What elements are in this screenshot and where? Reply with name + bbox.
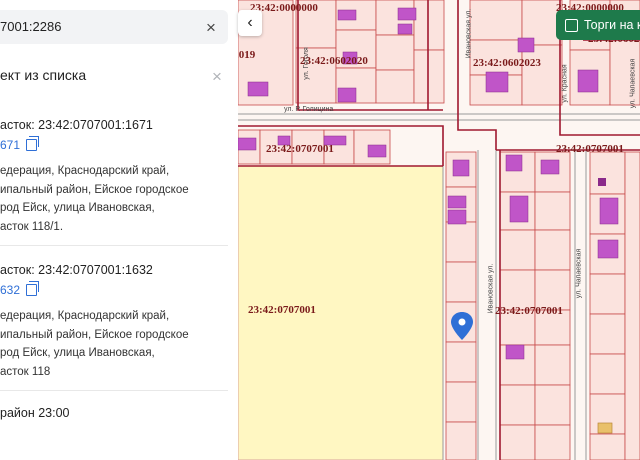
search-box[interactable]: 7001:2286 × <box>0 10 228 44</box>
district-item[interactable]: район 23:00 <box>0 406 70 420</box>
parcel-address: едерация, Краснодарский край, ипальный р… <box>0 307 228 381</box>
map-canvas[interactable] <box>238 0 640 460</box>
cadastral-label: 23:42:0707001 <box>248 304 316 316</box>
street-label: Ивановская ул. <box>487 263 495 314</box>
chevron-left-icon: ‹ <box>247 14 253 31</box>
cadastral-map[interactable]: 23:42:0000000 23:42:0602020 23:42:060202… <box>238 0 640 460</box>
parcel-title: асток: 23:42:0707001:1671 <box>0 118 153 132</box>
list-item[interactable]: асток: 23:42:0707001:1671 671 едерация, … <box>0 118 228 236</box>
list-item[interactable]: асток: 23:42:0707001:1632 632 едерация, … <box>0 263 228 381</box>
torgi-toggle-button[interactable]: Торги на карте <box>556 10 640 40</box>
address-line: род Ейск, улица Ивановская, <box>0 202 155 214</box>
search-results-panel: 7001:2286 × ект из списка × асток: 23:42… <box>0 0 239 460</box>
cadastral-label: 23:42:0707001 <box>266 143 334 155</box>
address-line: едерация, Краснодарский край, <box>0 310 170 322</box>
street-label: Ивановская ул. <box>465 8 473 59</box>
copy-icon[interactable] <box>26 281 40 296</box>
parcel-number-link[interactable]: 632 <box>0 281 228 297</box>
torgi-label: Торги на карте <box>584 18 640 32</box>
street-label: ул. Р. Голицина <box>284 106 334 113</box>
search-input[interactable]: 7001:2286 <box>0 19 61 34</box>
list-close-icon[interactable]: × <box>212 68 222 85</box>
cadastral-label: .019 <box>238 49 256 61</box>
address-line: ипальный район, Ейское городское <box>0 328 189 341</box>
checkbox-icon[interactable] <box>565 18 578 32</box>
street-label: ул. Гоголя <box>302 47 310 80</box>
cadastral-label: 23:42:0602020 <box>300 55 368 67</box>
street-label: ул. Чапаевская <box>575 248 583 299</box>
parcel-number[interactable]: 632 <box>0 283 20 297</box>
divider <box>0 390 228 391</box>
address-line: ипальный район, Ейское городское <box>0 183 189 196</box>
street-label: ул. Чапаевская <box>629 58 637 109</box>
search-clear-icon[interactable]: × <box>206 19 216 36</box>
list-heading: ект из списка <box>0 67 87 83</box>
address-line: род Ейск, улица Ивановская, <box>0 347 155 359</box>
cadastral-label: 23:42:0602023 <box>473 57 541 69</box>
divider <box>0 245 228 246</box>
parcel-number[interactable]: 671 <box>0 138 20 152</box>
parcel-title: асток: 23:42:0707001:1632 <box>0 263 153 277</box>
address-line: едерация, Краснодарский край, <box>0 165 170 177</box>
parcel-address: едерация, Краснодарский край, ипальный р… <box>0 162 228 236</box>
address-line: асток 118/1. <box>0 220 64 233</box>
cadastral-label: 23:42:0707001 <box>556 143 624 155</box>
street-label: ул. Красная <box>561 64 569 103</box>
cadastral-label: 23:42:0707001 <box>495 305 563 317</box>
parcel-number-link[interactable]: 671 <box>0 136 228 152</box>
address-line: асток 118 <box>0 365 51 378</box>
back-button[interactable]: ‹ <box>238 10 262 36</box>
copy-icon[interactable] <box>26 136 40 151</box>
